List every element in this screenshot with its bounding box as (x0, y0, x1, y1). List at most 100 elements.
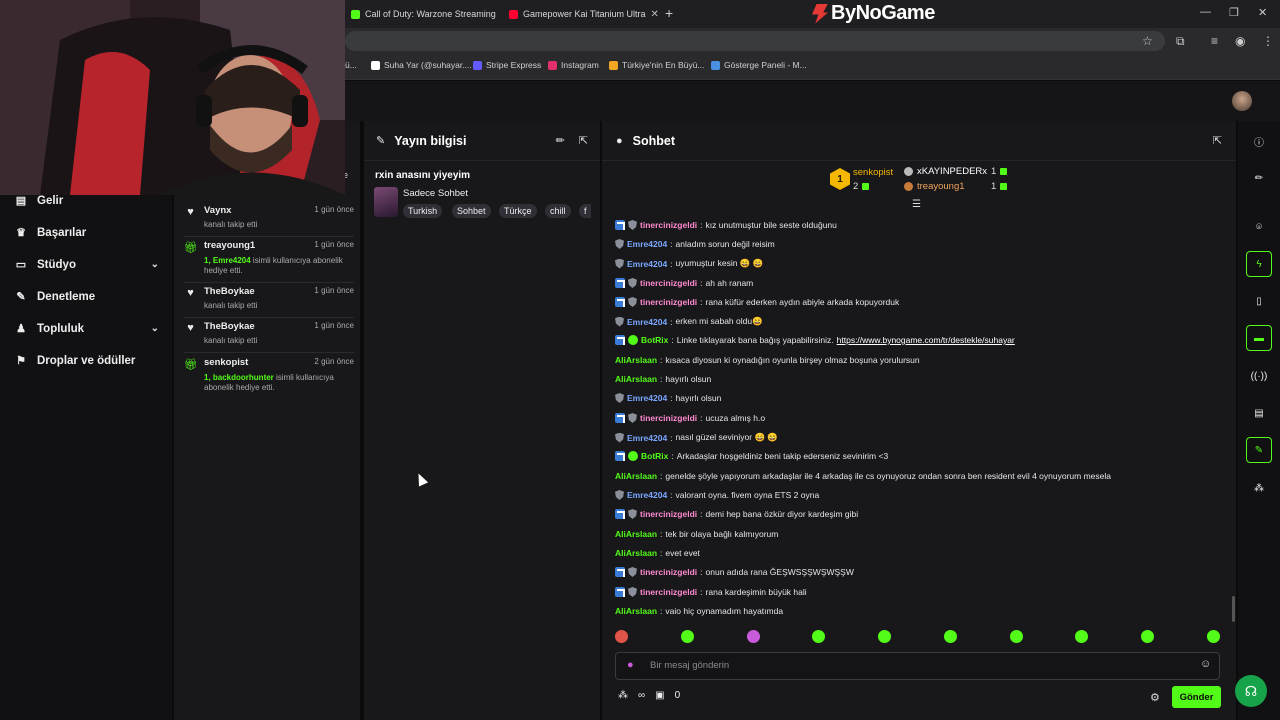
sidebar-item-gelir[interactable]: ▤ Gelir (14, 194, 159, 208)
close-tab-icon[interactable]: ✕ (651, 9, 658, 20)
chevron-down-icon[interactable]: ⌄ (151, 323, 159, 334)
stream-tag[interactable]: Sohbet (452, 204, 491, 218)
emote-icon[interactable] (1075, 630, 1089, 643)
chat-text: onun adıda rana ĞEŞWSŞŞWŞWŞŞW (705, 567, 854, 577)
stream-tag[interactable]: chill (545, 204, 571, 218)
popout-icon[interactable]: ⇱ (1213, 134, 1222, 147)
emote-icon[interactable] (680, 630, 694, 643)
chat-username[interactable]: Emre4204 (627, 259, 667, 269)
browser-tab-gamepower[interactable]: Gamepower Kai Titanium Ultra ✕ (503, 3, 658, 25)
chat-username[interactable]: BotRix (641, 451, 668, 461)
activity-user[interactable]: senkopist (204, 357, 248, 368)
emoji-icon[interactable]: ☺ (1200, 658, 1211, 670)
profile-icon[interactable]: ◉ (1235, 34, 1245, 48)
emote-icon[interactable] (812, 630, 826, 643)
chat-username[interactable]: tinercinizgeldi (640, 587, 697, 597)
tools-icon[interactable]: ✎ (1246, 437, 1272, 463)
reading-list-icon[interactable]: ≡ (1211, 34, 1218, 48)
chat-username[interactable]: AliArslaan (615, 606, 657, 616)
emote-icon[interactable] (1009, 630, 1023, 643)
user-avatar[interactable] (1232, 91, 1252, 111)
chat-scrollbar[interactable] (1232, 596, 1235, 622)
emote-icon[interactable] (878, 630, 892, 643)
emote-icon[interactable] (943, 630, 957, 643)
sidebar-item-denetleme[interactable]: ✎ Denetleme (14, 290, 159, 304)
microphone-icon[interactable]: ● (627, 659, 634, 671)
extensions-icon[interactable]: ⧉ (1176, 34, 1185, 49)
edit-icon[interactable]: ✏ (556, 134, 565, 147)
bookmark-item[interactable]: ü... (345, 60, 357, 70)
sidebar-item-droplar[interactable]: ⚑ Droplar ve ödüller (14, 354, 159, 368)
chat-username[interactable]: Emre4204 (627, 490, 667, 500)
stream-tag[interactable]: Türkçe (499, 204, 537, 218)
chat-username[interactable]: BotRix (641, 335, 668, 345)
chat-username[interactable]: tinercinizgeldi (640, 567, 697, 577)
chat-username[interactable]: tinercinizgeldi (640, 509, 697, 519)
points-icon[interactable]: ⁂ (618, 690, 628, 701)
gear-icon[interactable]: ⚙ (1150, 691, 1160, 704)
address-bar[interactable] (345, 31, 1165, 51)
chevron-down-icon[interactable]: ⌄ (151, 259, 159, 270)
browser-tab-warzone[interactable]: Call of Duty: Warzone Streaming ✕ (345, 3, 501, 25)
emote-icon[interactable] (1141, 630, 1155, 643)
bookmark-star-icon[interactable]: ☆ (1142, 34, 1153, 48)
bookmark-item[interactable]: Türkiye'nin En Büyü... (609, 60, 704, 70)
group-icon[interactable]: ⁂ (1251, 480, 1267, 496)
emote-icon[interactable] (746, 630, 760, 643)
bookmark-item[interactable]: Suha Yar (@suhayar.... (371, 60, 472, 70)
chat-username[interactable]: tinercinizgeldi (640, 278, 697, 288)
info-icon[interactable]: ⓘ (1251, 133, 1267, 149)
chat-username[interactable]: tinercinizgeldi (640, 297, 697, 307)
emote-icon[interactable] (615, 630, 628, 643)
bookmark-item[interactable]: Instagram (548, 60, 599, 70)
shield-badge-icon (615, 490, 624, 500)
chat-username[interactable]: Emre4204 (627, 433, 667, 443)
stream-category[interactable]: Sadece Sohbet (403, 188, 468, 199)
activity-user[interactable]: treayoung1 (204, 240, 255, 251)
chat-username[interactable]: Emre4204 (627, 239, 667, 249)
chat-username[interactable]: Emre4204 (627, 317, 667, 327)
chat-icon[interactable]: ▬ (1246, 325, 1272, 351)
menu-icon[interactable]: ⋮ (1262, 34, 1274, 48)
collapse-leaderboard-icon[interactable]: ☰ (912, 199, 921, 210)
chat-link[interactable]: https://www.bynogame.com/tr/destekle/suh… (837, 335, 1015, 345)
support-button[interactable]: ☊ (1235, 675, 1267, 707)
sidebar-item-studyo[interactable]: ▭ Stüdyo ⌄ (14, 258, 159, 272)
broadcast-icon[interactable]: ((·)) (1251, 368, 1268, 384)
send-button[interactable]: Gönder (1172, 686, 1221, 708)
emote-icon[interactable] (1206, 630, 1220, 643)
popout-icon[interactable]: ⇱ (579, 134, 588, 147)
edit-icon[interactable]: ✏ (1251, 170, 1267, 186)
category-thumbnail[interactable] (374, 187, 398, 217)
chat-username[interactable]: AliArslaan (615, 374, 657, 384)
bookmark-item[interactable]: Gösterge Paneli - M... (711, 60, 807, 70)
new-tab-button[interactable]: + (665, 5, 673, 21)
activity-user[interactable]: TheBoykae (204, 286, 255, 297)
leaderboard-entry[interactable]: xKAYINPEDERx (904, 166, 987, 177)
camera-icon[interactable]: ⌾ (1251, 219, 1267, 235)
stream-tag[interactable]: Turkish (403, 204, 443, 218)
minimize-icon[interactable]: — (1200, 6, 1211, 18)
leaderboard-entry[interactable]: treayoung1 (904, 181, 965, 192)
leaderboard-entry[interactable]: senkopist (853, 167, 893, 178)
chat-username[interactable]: AliArslaan (615, 548, 657, 558)
bolt-icon[interactable]: ϟ (1246, 251, 1272, 277)
stream-tag[interactable]: f (579, 204, 591, 218)
chat-separator: : (700, 278, 703, 288)
chat-username[interactable]: AliArslaan (615, 471, 657, 481)
drops-icon[interactable]: ▣ (655, 690, 664, 701)
close-window-icon[interactable]: ✕ (1258, 6, 1267, 19)
chat-username[interactable]: AliArslaan (615, 529, 657, 539)
cart-icon[interactable]: ▤ (1251, 405, 1267, 421)
bookmark-item[interactable]: Stripe Express (473, 60, 541, 70)
chat-username[interactable]: AliArslaan (615, 355, 657, 365)
restore-icon[interactable]: ❐ (1229, 6, 1239, 19)
activity-user[interactable]: TheBoykae (204, 321, 255, 332)
chat-username[interactable]: tinercinizgeldi (640, 220, 697, 230)
chat-username[interactable]: tinercinizgeldi (640, 413, 697, 423)
chat-username[interactable]: Emre4204 (627, 393, 667, 403)
sidebar-item-topluluk[interactable]: ♟ Topluluk ⌄ (14, 322, 159, 336)
page-icon[interactable]: ▯ (1251, 293, 1267, 309)
sidebar-item-basarilar[interactable]: ♛ Başarılar (14, 226, 159, 240)
activity-user[interactable]: Vaynx (204, 205, 231, 216)
